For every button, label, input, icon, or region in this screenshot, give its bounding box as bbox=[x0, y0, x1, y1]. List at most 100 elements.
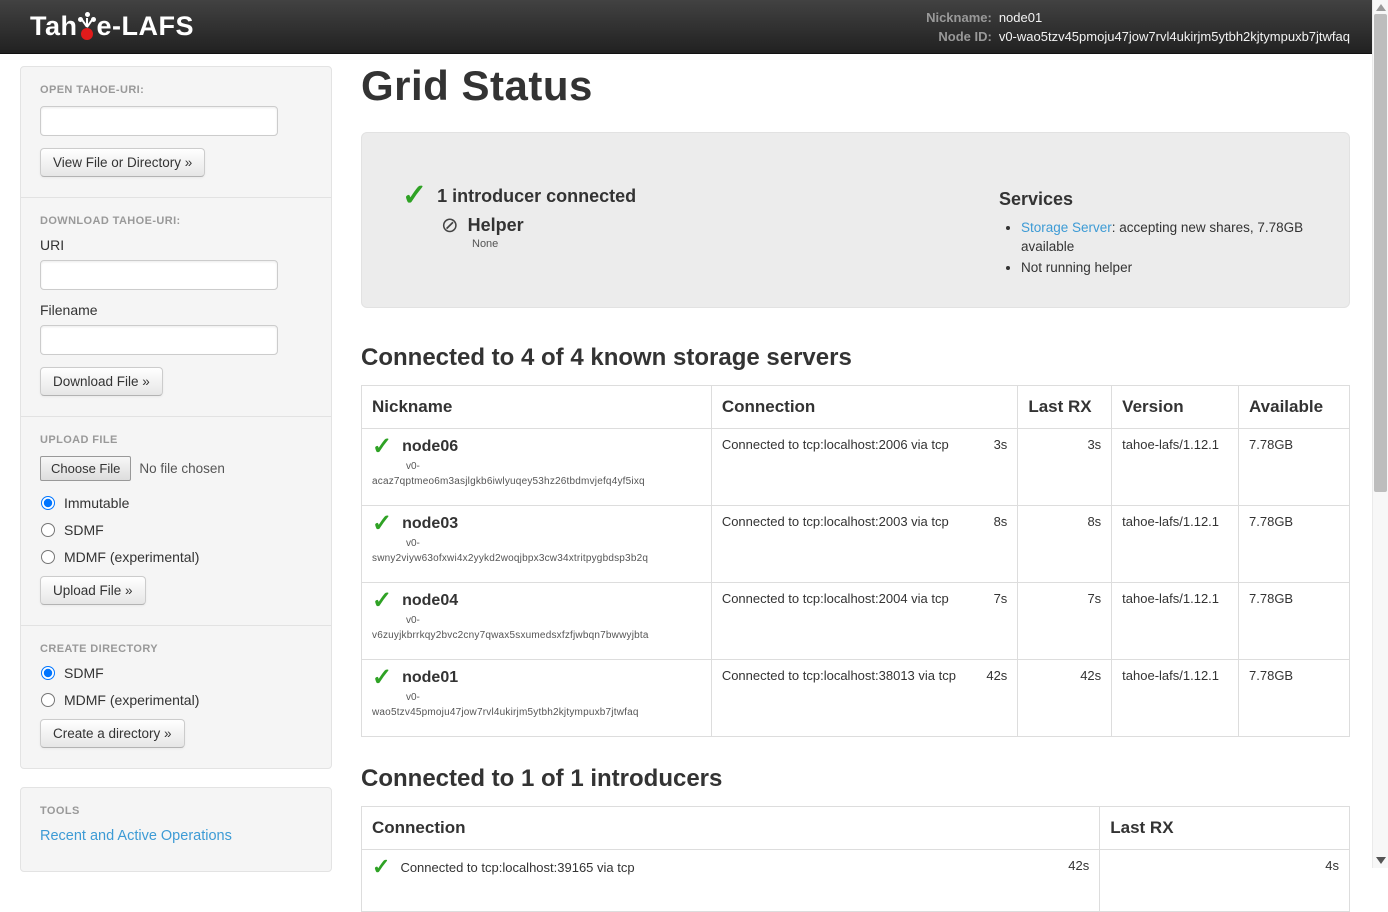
connection-time: 7s bbox=[994, 591, 1008, 606]
tools-label: TOOLS bbox=[40, 805, 312, 817]
scrollbar-thumb[interactable] bbox=[1374, 14, 1387, 492]
nickname-cell: ✓ node06 v0-acaz7qptmeo6m3asjlgkb6iwlyuqey… bbox=[362, 429, 712, 506]
connection-time: 42s bbox=[1068, 858, 1089, 873]
connection-text: Connected to tcp:localhost:2004 via tcp bbox=[722, 591, 949, 606]
server-node-id: v0-swny2viyw63ofxwi4x2yykd2woqjbpx3cw34x… bbox=[372, 536, 701, 566]
sidebar-forms-panel: OPEN TAHOE-URI: View File or Directory »… bbox=[20, 66, 332, 769]
storage-servers-heading: Connected to 4 of 4 known storage server… bbox=[361, 344, 1350, 372]
scrollbar-up-arrow-icon[interactable] bbox=[1376, 4, 1386, 11]
last-rx-cell: 3s bbox=[1018, 429, 1112, 506]
nickname-label: Nickname: bbox=[926, 9, 992, 26]
storage-servers-table: NicknameConnectionLast RXVersionAvailabl… bbox=[361, 385, 1350, 737]
connection-text: Connected to tcp:localhost:39165 via tcp bbox=[400, 858, 634, 875]
server-node-id: v0-wao5tzv45pmoju47jow7rvl4ukirjm5ytbh2k… bbox=[372, 690, 701, 720]
sidebar: OPEN TAHOE-URI: View File or Directory »… bbox=[20, 66, 332, 872]
create-dir-radio-group: SDMF MDMF (experimental) bbox=[40, 665, 312, 708]
filename-field-label: Filename bbox=[40, 302, 312, 318]
service-item: Storage Server: accepting new shares, 7.… bbox=[1021, 218, 1319, 256]
version-cell: tahoe-lafs/1.12.1 bbox=[1112, 660, 1239, 737]
radio-option-immutable[interactable]: Immutable bbox=[41, 495, 312, 511]
upload-format-radio-group: Immutable SDMF MDMF (experimental) bbox=[40, 495, 312, 565]
radio-label: MDMF (experimental) bbox=[64, 549, 199, 565]
page-title: Grid Status bbox=[361, 62, 1350, 110]
logo-text-right: e-LAFS bbox=[97, 11, 195, 42]
open-tahoe-uri-input[interactable] bbox=[40, 106, 278, 136]
storage-server-row: ✓ node01 v0-wao5tzv45pmoju47jow7rvl4ukirjm… bbox=[362, 660, 1350, 737]
main-content: Grid Status ✓ 1 introducer connected ⊘ H… bbox=[361, 54, 1350, 912]
introducers-heading: Connected to 1 of 1 introducers bbox=[361, 765, 1350, 793]
nickname-cell: ✓ node01 v0-wao5tzv45pmoju47jow7rvl4ukirjm… bbox=[362, 660, 712, 737]
download-uri-input[interactable] bbox=[40, 260, 278, 290]
connection-cell: Connected to tcp:localhost:2003 via tcp8… bbox=[711, 506, 1018, 583]
create-directory-button[interactable]: Create a directory » bbox=[40, 719, 185, 748]
radio-input-sdmf[interactable] bbox=[41, 666, 55, 680]
recent-operations-link[interactable]: Recent and Active Operations bbox=[40, 828, 232, 844]
radio-option-mdmf-experimental[interactable]: MDMF (experimental) bbox=[41, 549, 312, 565]
server-nickname: node06 bbox=[402, 438, 458, 456]
download-file-button[interactable]: Download File » bbox=[40, 367, 163, 396]
connected-check-icon: ✓ bbox=[372, 437, 392, 457]
server-nickname: node03 bbox=[402, 515, 458, 533]
logo-text-left: Tah bbox=[30, 11, 78, 42]
column-header: Connection bbox=[362, 807, 1100, 850]
connection-time: 3s bbox=[994, 437, 1008, 452]
available-cell: 7.78GB bbox=[1239, 660, 1350, 737]
download-filename-input[interactable] bbox=[40, 325, 278, 355]
server-nickname: node01 bbox=[402, 669, 458, 687]
column-header: Last RX bbox=[1018, 386, 1112, 429]
node-id-label: Node ID: bbox=[926, 28, 992, 45]
radio-label: Immutable bbox=[64, 495, 129, 511]
services-title: Services bbox=[999, 189, 1319, 210]
download-tahoe-uri-label: DOWNLOAD TAHOE-URI: bbox=[40, 215, 312, 227]
server-node-id: v0-acaz7qptmeo6m3asjlgkb6iwlyuqey53hz26t… bbox=[372, 459, 701, 489]
choose-file-button[interactable]: Choose File bbox=[40, 456, 131, 481]
storage-server-row: ✓node03v0-swny2viyw63ofxwi4x2yykd2woqjbp… bbox=[362, 506, 1350, 583]
last-rx-cell: 42s bbox=[1018, 660, 1112, 737]
radio-input-immutable[interactable] bbox=[41, 496, 55, 510]
radio-label: MDMF (experimental) bbox=[64, 692, 199, 708]
available-cell: 7.78GB bbox=[1239, 506, 1350, 583]
storage-server-link[interactable]: Storage Server bbox=[1021, 220, 1112, 235]
create-directory-label: CREATE DIRECTORY bbox=[40, 643, 312, 655]
upload-file-button[interactable]: Upload File » bbox=[40, 576, 146, 605]
create-directory-section: CREATE DIRECTORY SDMF MDMF (experimental)… bbox=[21, 625, 331, 768]
last-rx-cell: 8s bbox=[1018, 506, 1112, 583]
radio-option-sdmf[interactable]: SDMF bbox=[41, 522, 312, 538]
node-info: Nickname: node01 Node ID: v0-wao5tzv45pm… bbox=[926, 9, 1350, 45]
connection-text: Connected to tcp:localhost:38013 via tcp bbox=[722, 668, 956, 683]
last-rx-cell: 4s bbox=[1100, 850, 1350, 912]
radio-input-mdmf-experimental[interactable] bbox=[41, 693, 55, 707]
connection-text: Connected to tcp:localhost:2003 via tcp bbox=[722, 514, 949, 529]
download-tahoe-uri-section: DOWNLOAD TAHOE-URI: URI Filename Downloa… bbox=[21, 197, 331, 416]
connection-cell: ✓Connected to tcp:localhost:39165 via tc… bbox=[362, 850, 1100, 912]
open-tahoe-uri-section: OPEN TAHOE-URI: View File or Directory » bbox=[21, 67, 331, 197]
scrollbar-down-arrow-icon[interactable] bbox=[1376, 857, 1386, 864]
radio-option-mdmf-experimental[interactable]: MDMF (experimental) bbox=[41, 692, 312, 708]
grid-status-summary-panel: ✓ 1 introducer connected ⊘ Helper None S… bbox=[361, 132, 1350, 308]
connected-check-icon: ✓ bbox=[372, 591, 392, 611]
column-header: Available bbox=[1239, 386, 1350, 429]
column-header: Nickname bbox=[362, 386, 712, 429]
view-file-or-directory-button[interactable]: View File or Directory » bbox=[40, 148, 205, 177]
introducer-status-text: 1 introducer connected bbox=[437, 186, 636, 207]
uri-field-label: URI bbox=[40, 237, 312, 253]
introducers-table: ConnectionLast RX ✓Connected to tcp:loca… bbox=[361, 806, 1350, 912]
radio-input-mdmf-experimental[interactable] bbox=[41, 550, 55, 564]
connection-cell: Connected to tcp:localhost:2006 via tcp3… bbox=[711, 429, 1018, 506]
available-cell: 7.78GB bbox=[1239, 583, 1350, 660]
helper-label: Helper bbox=[468, 215, 524, 236]
service-item: Not running helper bbox=[1021, 258, 1319, 277]
version-cell: tahoe-lafs/1.12.1 bbox=[1112, 583, 1239, 660]
open-tahoe-uri-label: OPEN TAHOE-URI: bbox=[40, 84, 312, 96]
radio-input-sdmf[interactable] bbox=[41, 523, 55, 537]
connected-check-icon: ✓ bbox=[372, 668, 392, 688]
radio-label: SDMF bbox=[64, 665, 104, 681]
file-chosen-status: No file chosen bbox=[139, 461, 225, 476]
scrollbar[interactable] bbox=[1372, 0, 1388, 868]
radio-option-sdmf[interactable]: SDMF bbox=[41, 665, 312, 681]
tahoe-tree-icon bbox=[79, 12, 96, 42]
server-nickname: node04 bbox=[402, 592, 458, 610]
column-header: Version bbox=[1112, 386, 1239, 429]
last-rx-cell: 7s bbox=[1018, 583, 1112, 660]
version-cell: tahoe-lafs/1.12.1 bbox=[1112, 506, 1239, 583]
